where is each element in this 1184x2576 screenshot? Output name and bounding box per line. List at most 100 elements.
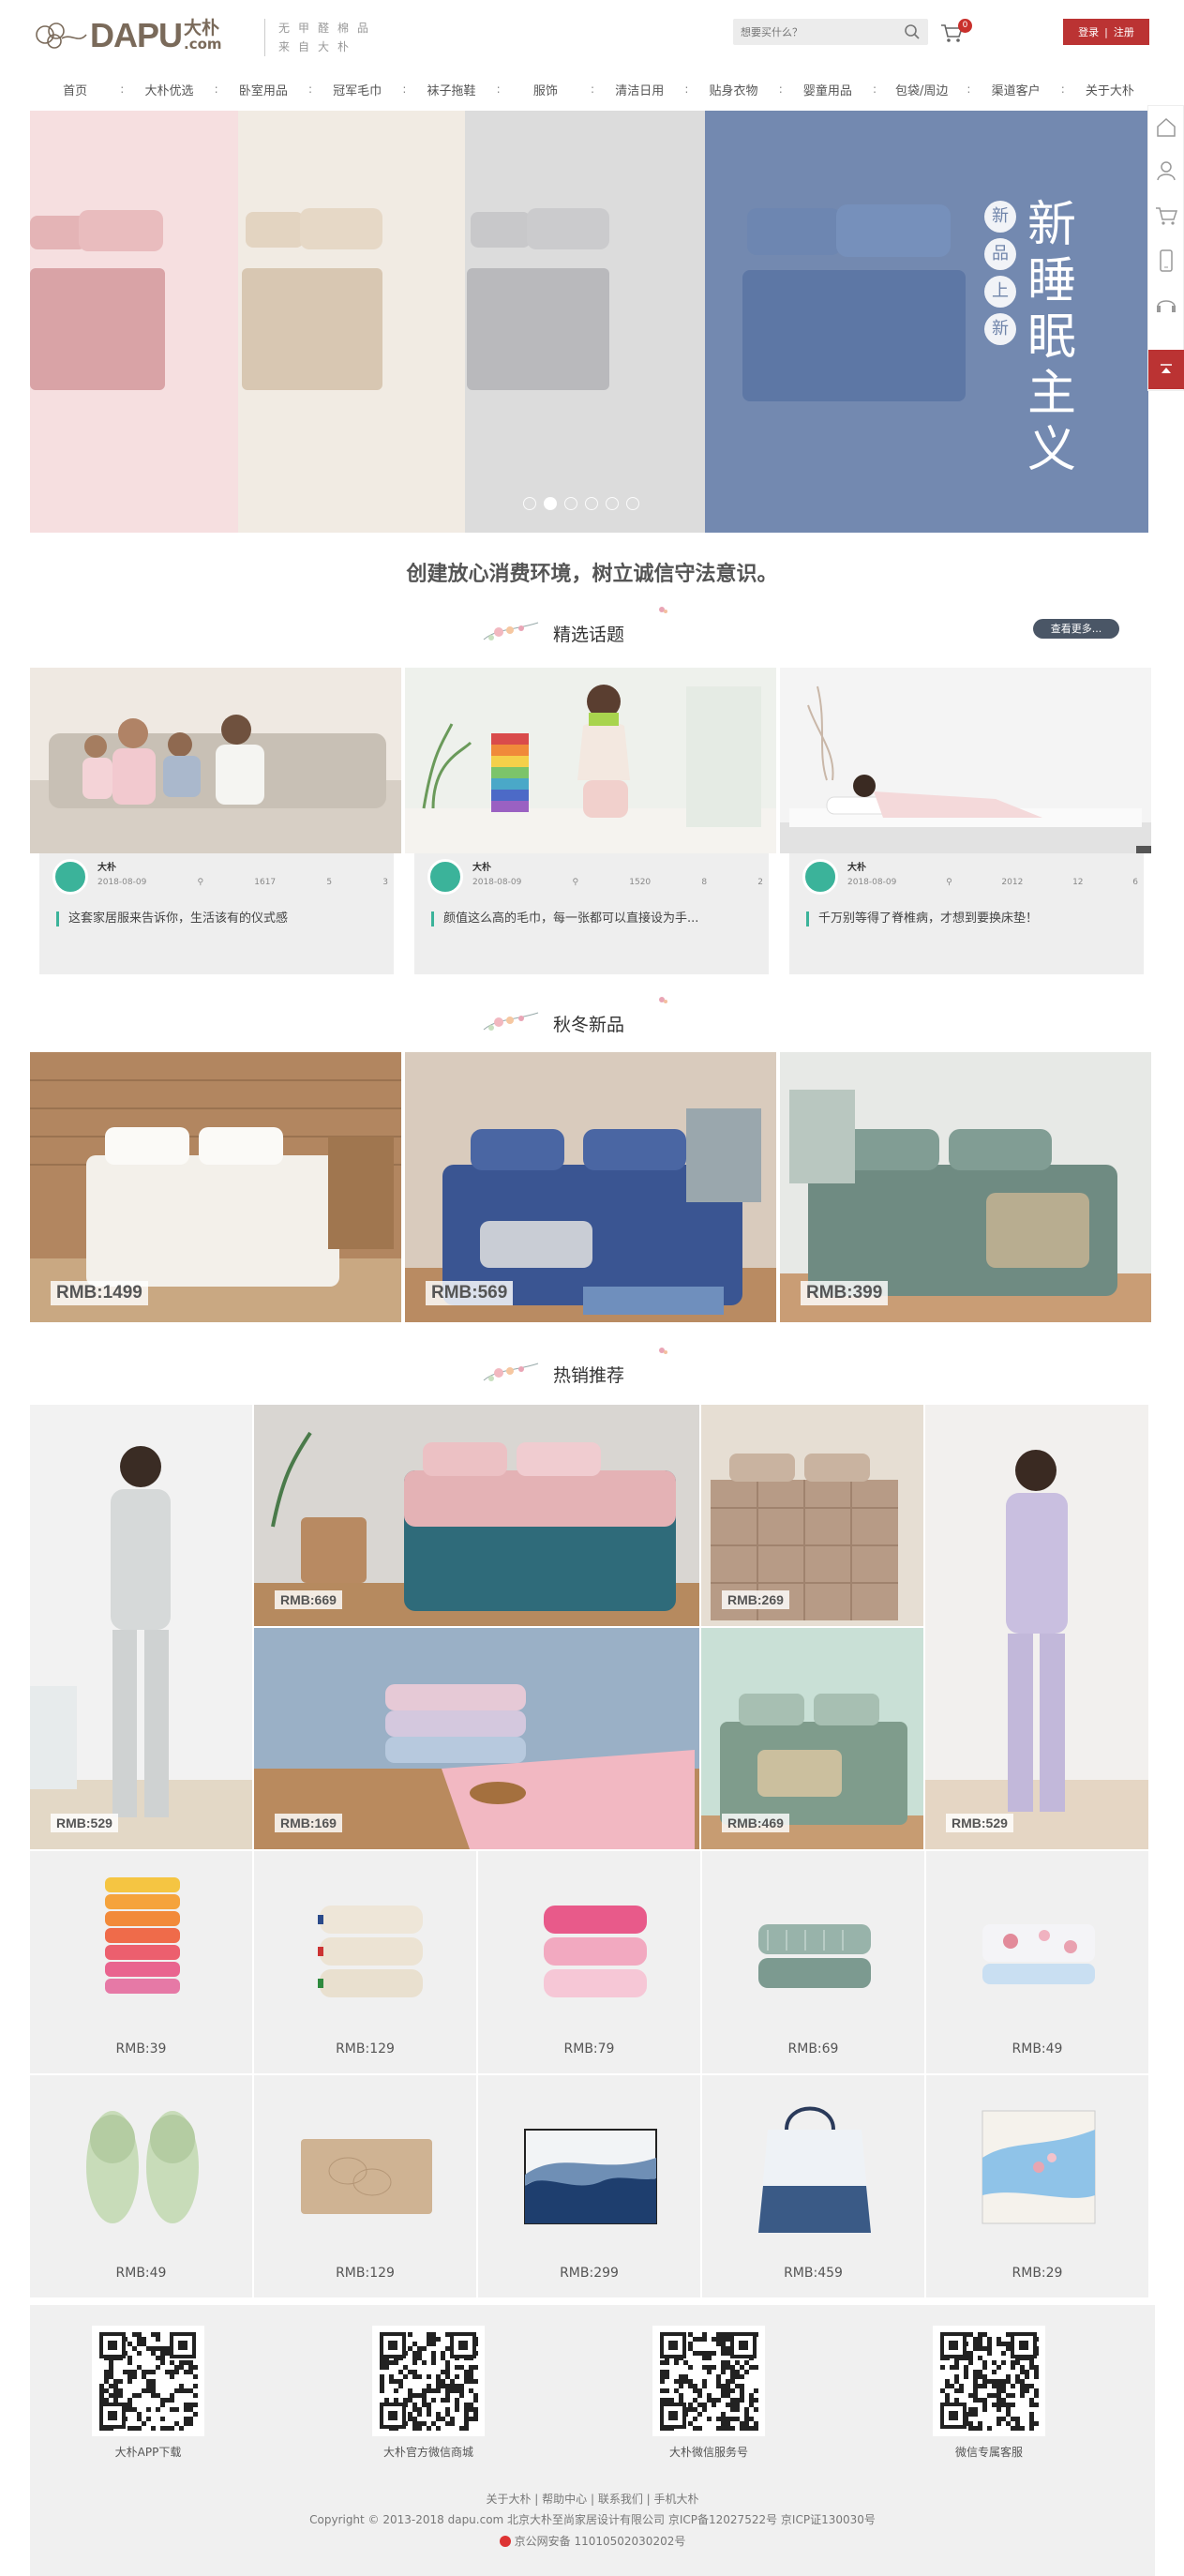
qr-code-icon bbox=[92, 2326, 204, 2436]
new-product-card[interactable]: RMB:1499 bbox=[30, 1052, 401, 1322]
product-price: RMB:79 bbox=[563, 2041, 615, 2056]
small-product-cell[interactable]: RMB:129 bbox=[254, 2075, 476, 2297]
nav-item[interactable]: 袜子拖鞋 bbox=[406, 81, 496, 98]
price-tag: RMB:169 bbox=[275, 1814, 342, 1832]
register-link[interactable]: 注册 bbox=[1114, 24, 1134, 39]
nav-item[interactable]: 服饰 bbox=[501, 81, 591, 98]
topic-caption[interactable]: 千万别等得了脊椎病，才想到要换床垫！ bbox=[806, 911, 1038, 926]
carousel-dot[interactable] bbox=[626, 497, 639, 510]
nav-item[interactable]: 包袋/周边 bbox=[877, 81, 967, 98]
view-count: 1520 bbox=[629, 878, 652, 887]
small-product-cell[interactable]: RMB:299 bbox=[478, 2075, 700, 2297]
product-image bbox=[925, 1405, 1148, 1849]
footer-link-contact[interactable]: 联系我们 bbox=[598, 2493, 643, 2506]
product-price: RMB:39 bbox=[115, 2041, 167, 2056]
hero-title-char: 睡 bbox=[1027, 253, 1076, 309]
logo-flower-icon bbox=[36, 23, 87, 49]
floral-decoration-icon bbox=[483, 1363, 539, 1381]
topic-card[interactable]: 大朴 2018-08-09 ⚲ 2012 12 6 千万别等得了脊椎病，才想到要… bbox=[780, 668, 1151, 974]
footer-link-mobile[interactable]: 手机大朴 bbox=[654, 2493, 699, 2506]
product-price: RMB:69 bbox=[787, 2041, 839, 2056]
new-product-card[interactable]: RMB:399 bbox=[780, 1052, 1151, 1322]
topic-caption[interactable]: 这套家居服来告诉你，生活该有的仪式感 bbox=[56, 911, 288, 926]
like-count: 12 bbox=[1072, 878, 1084, 887]
hero-title-char: 眠 bbox=[1027, 309, 1076, 366]
nav-item[interactable]: 冠军毛巾 bbox=[312, 81, 402, 98]
topics-section-header: 精选话题 bbox=[0, 602, 1184, 647]
hot-product-tile[interactable]: RMB:269 bbox=[701, 1405, 923, 1626]
topic-image bbox=[30, 668, 401, 853]
small-product-cell[interactable]: RMB:29 bbox=[926, 2075, 1148, 2297]
footer-link-about[interactable]: 关于大朴 bbox=[486, 2493, 531, 2506]
flower-accent-icon bbox=[659, 1348, 667, 1354]
search-icon[interactable] bbox=[904, 23, 921, 40]
nav-item[interactable]: 卧室用品 bbox=[218, 81, 308, 98]
view-count: 2012 bbox=[1001, 878, 1024, 887]
small-product-cell[interactable]: RMB:79 bbox=[478, 1851, 700, 2073]
small-product-cell[interactable]: RMB:129 bbox=[254, 1851, 476, 2073]
view-count: 1617 bbox=[254, 878, 277, 887]
hot-product-tile[interactable]: RMB:669 bbox=[254, 1405, 699, 1626]
police-record-text[interactable]: 京公网安备 11010502030202号 bbox=[515, 2535, 686, 2548]
carousel-dot[interactable] bbox=[585, 497, 598, 510]
new-product-card[interactable]: RMB:569 bbox=[405, 1052, 776, 1322]
phone-icon[interactable] bbox=[1154, 249, 1178, 273]
hot-product-tile[interactable]: RMB:169 bbox=[254, 1628, 699, 1849]
footer-link-help[interactable]: 帮助中心 bbox=[542, 2493, 587, 2506]
slogan-line-1: 无甲醛棉品 bbox=[278, 22, 378, 35]
carousel-dot[interactable] bbox=[523, 497, 536, 510]
topic-image bbox=[405, 668, 776, 853]
product-image bbox=[105, 1877, 180, 1994]
nav-item[interactable]: 渠道客户 bbox=[970, 81, 1060, 98]
product-image bbox=[301, 2139, 432, 2214]
small-product-cell[interactable]: RMB:69 bbox=[702, 1851, 924, 2073]
nav-item[interactable]: 大朴优选 bbox=[124, 81, 214, 98]
logo-domain-text: .com bbox=[184, 36, 222, 53]
hero-badge-char: 新 bbox=[984, 313, 1016, 345]
logo[interactable]: DAPU 大朴 .com bbox=[34, 16, 222, 54]
small-product-cell[interactable]: RMB:49 bbox=[30, 2075, 252, 2297]
topic-info: 大朴 2018-08-09 ⚲ 1617 5 3 这套家居服来告诉你，生活该有的… bbox=[39, 853, 394, 974]
topic-card[interactable]: 大朴 2018-08-09 ⚲ 1520 8 2 颜值这么高的毛巾，每一张都可以… bbox=[405, 668, 776, 974]
nav-item[interactable]: 婴童用品 bbox=[783, 81, 873, 98]
hot-product-tile[interactable]: RMB:529 bbox=[30, 1405, 252, 1849]
service-icon[interactable] bbox=[1154, 294, 1178, 318]
carousel-dots bbox=[523, 497, 639, 510]
hot-product-tile[interactable]: RMB:469 bbox=[701, 1628, 923, 1849]
qr-code-icon bbox=[372, 2326, 485, 2436]
hot-product-tile[interactable]: RMB:529 bbox=[925, 1405, 1148, 1849]
slogan-line-2: 来自大朴 bbox=[278, 40, 358, 53]
hero-title-char: 义 bbox=[1027, 422, 1076, 478]
price-tag: RMB:399 bbox=[801, 1281, 889, 1305]
nav-item[interactable]: 关于大朴 bbox=[1065, 81, 1155, 98]
login-link[interactable]: 登录 bbox=[1078, 24, 1099, 39]
topic-caption[interactable]: 颜值这么高的毛巾，每一张都可以直接设为手... bbox=[431, 911, 698, 926]
topic-card[interactable]: 大朴 2018-08-09 ⚲ 1617 5 3 这套家居服来告诉你，生活该有的… bbox=[30, 668, 401, 974]
product-price: RMB:49 bbox=[1012, 2041, 1063, 2056]
search-input[interactable] bbox=[733, 19, 892, 45]
nav-item[interactable]: 清洁日用 bbox=[594, 81, 684, 98]
carousel-dot[interactable] bbox=[606, 497, 619, 510]
hero-title: 新 睡 眠 主 义 bbox=[1024, 197, 1080, 478]
hero-image bbox=[30, 111, 1148, 533]
home-icon[interactable] bbox=[1154, 115, 1178, 140]
nav-item[interactable]: 首页 bbox=[30, 81, 120, 98]
carousel-dot[interactable] bbox=[564, 497, 577, 510]
hero-badge-char: 上 bbox=[984, 276, 1016, 308]
footer: 大朴APP下载 大朴官方微信商城 大朴微信服务号 微信专属客服 关于大朴 | 帮… bbox=[30, 2305, 1155, 2576]
price-tag: RMB:269 bbox=[722, 1590, 789, 1609]
hero-badge-char: 品 bbox=[984, 238, 1016, 270]
hot-section-header: 热销推荐 bbox=[0, 1343, 1184, 1388]
small-product-cell[interactable]: RMB:39 bbox=[30, 1851, 252, 2073]
qr-label: 大朴APP下载 bbox=[114, 2446, 182, 2459]
sidebar-cart-icon[interactable] bbox=[1154, 203, 1178, 228]
back-to-top-button[interactable] bbox=[1148, 350, 1184, 389]
carousel-dot[interactable] bbox=[544, 497, 557, 510]
nav-item[interactable]: 贴身衣物 bbox=[688, 81, 778, 98]
small-product-cell[interactable]: RMB:49 bbox=[926, 1851, 1148, 2073]
small-product-cell[interactable]: RMB:459 bbox=[702, 2075, 924, 2297]
price-tag: RMB:529 bbox=[51, 1814, 118, 1832]
user-icon[interactable] bbox=[1154, 158, 1178, 183]
view-more-button[interactable]: 查看更多... bbox=[1033, 619, 1119, 639]
hero-banner[interactable]: 新 品 上 新 新 睡 眠 主 义 bbox=[30, 111, 1148, 533]
